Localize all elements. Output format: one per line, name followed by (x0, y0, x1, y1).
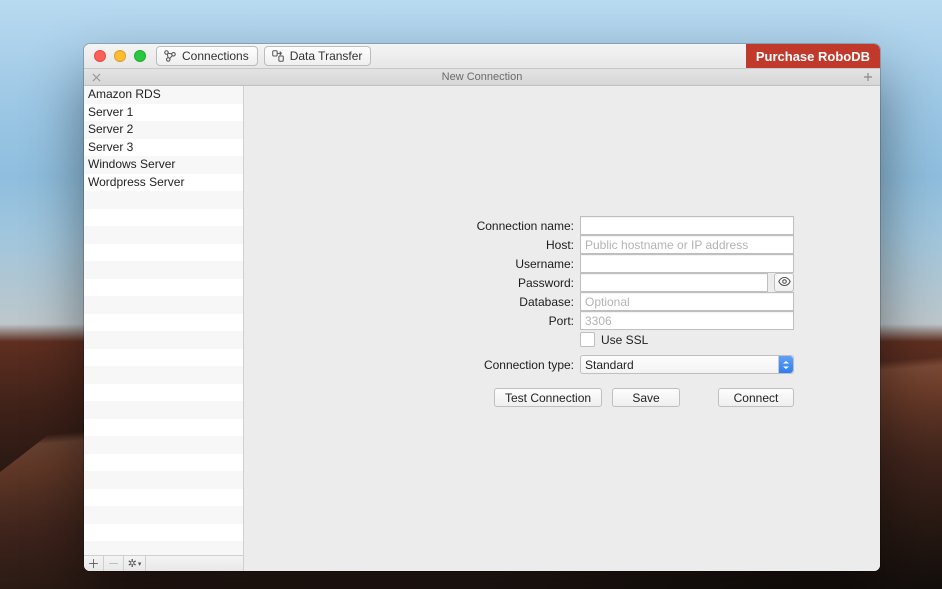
list-item-empty: . (84, 279, 243, 297)
list-item[interactable]: Wordpress Server (84, 174, 243, 192)
list-item-empty: . (84, 471, 243, 489)
chevron-down-icon: ▾ (138, 560, 142, 568)
purchase-banner-button[interactable]: Purchase RoboDB (746, 44, 880, 68)
window-zoom-button[interactable] (134, 50, 146, 62)
list-item-empty: . (84, 349, 243, 367)
list-item[interactable]: Windows Server (84, 156, 243, 174)
connection-type-select[interactable]: Standard (580, 355, 794, 374)
main-pane: Connection name: Host: Username: Passwor… (244, 86, 880, 571)
minus-icon: － (107, 555, 119, 571)
host-label: Host: (414, 238, 574, 252)
remove-connection-button[interactable]: － (104, 556, 124, 571)
port-input[interactable] (580, 311, 794, 330)
active-tab-title: New Connection (84, 71, 880, 83)
window-body: Amazon RDS Server 1 Server 2 Server 3 Wi… (84, 86, 880, 571)
connections-toolbar-button[interactable]: Connections (156, 46, 258, 66)
test-connection-button[interactable]: Test Connection (494, 388, 602, 407)
use-ssl-checkbox[interactable] (580, 332, 595, 347)
add-connection-button[interactable]: ＋ (84, 556, 104, 571)
connection-name-label: Connection name: (414, 219, 574, 233)
list-item-empty: . (84, 419, 243, 437)
database-input[interactable] (580, 292, 794, 311)
connection-type-label: Connection type: (414, 358, 574, 372)
gear-icon: ✲ (128, 557, 137, 570)
reveal-password-button[interactable] (774, 273, 794, 292)
list-item-empty: . (84, 436, 243, 454)
window-close-button[interactable] (94, 50, 106, 62)
list-item[interactable]: Amazon RDS (84, 86, 243, 104)
list-item-empty: . (84, 454, 243, 472)
list-item-empty: . (84, 296, 243, 314)
connection-form: Connection name: Host: Username: Passwor… (414, 216, 794, 407)
data-transfer-label: Data Transfer (290, 49, 363, 63)
list-item-empty: . (84, 524, 243, 542)
list-item-empty: . (84, 401, 243, 419)
window-toolbar: Connections Data Transfer Purchase RoboD… (84, 44, 880, 69)
list-item-empty: . (84, 506, 243, 524)
connections-sidebar: Amazon RDS Server 1 Server 2 Server 3 Wi… (84, 86, 244, 571)
eye-icon (778, 275, 791, 291)
form-actions: Test Connection Save Connect (494, 388, 794, 407)
list-item-empty: . (84, 489, 243, 507)
username-label: Username: (414, 257, 574, 271)
sidebar-footer: ＋ － ✲▾ (84, 555, 243, 571)
save-button[interactable]: Save (612, 388, 680, 407)
connect-button[interactable]: Connect (718, 388, 794, 407)
connection-type-value: Standard (585, 358, 634, 372)
list-item[interactable]: Server 3 (84, 139, 243, 157)
list-item-empty: . (84, 261, 243, 279)
plus-icon: ＋ (87, 555, 99, 571)
connections-label: Connections (182, 49, 249, 63)
sidebar-options-button[interactable]: ✲▾ (124, 556, 146, 571)
list-item-empty: . (84, 191, 243, 209)
username-input[interactable] (580, 254, 794, 273)
password-input[interactable] (580, 273, 768, 292)
database-label: Database: (414, 295, 574, 309)
list-item-empty: . (84, 314, 243, 332)
add-tab-button[interactable] (860, 69, 876, 85)
list-item-empty: . (84, 209, 243, 227)
list-item-empty: . (84, 384, 243, 402)
use-ssl-label: Use SSL (601, 333, 648, 347)
app-window: Connections Data Transfer Purchase RoboD… (84, 44, 880, 571)
window-traffic-lights (88, 50, 150, 62)
tab-bar: New Connection (84, 69, 880, 86)
list-item-empty: . (84, 331, 243, 349)
data-transfer-icon (271, 49, 285, 63)
list-item[interactable]: Server 1 (84, 104, 243, 122)
list-item-empty: . (84, 366, 243, 384)
list-item-empty: . (84, 541, 243, 555)
data-transfer-toolbar-button[interactable]: Data Transfer (264, 46, 372, 66)
password-label: Password: (414, 276, 574, 290)
list-item-empty: . (84, 244, 243, 262)
connections-icon (163, 49, 177, 63)
list-item[interactable]: Server 2 (84, 121, 243, 139)
purchase-label: Purchase RoboDB (756, 49, 870, 64)
window-minimize-button[interactable] (114, 50, 126, 62)
port-label: Port: (414, 314, 574, 328)
host-input[interactable] (580, 235, 794, 254)
close-tab-button[interactable] (84, 69, 104, 85)
list-item-empty: . (84, 226, 243, 244)
select-caret-icon (778, 356, 793, 373)
connections-list: Amazon RDS Server 1 Server 2 Server 3 Wi… (84, 86, 243, 555)
connection-name-input[interactable] (580, 216, 794, 235)
